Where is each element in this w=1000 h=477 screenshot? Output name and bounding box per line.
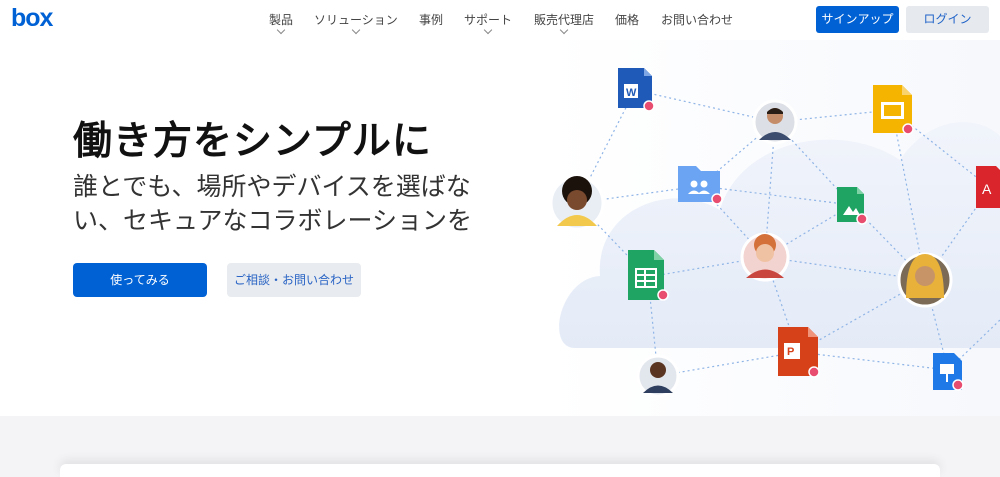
site-header: box 製品 ソリューション 事例 サポート 販売代理店 価格 お問い合わせ サ… xyxy=(0,0,1000,40)
try-it-button[interactable]: 使ってみる xyxy=(73,263,207,297)
avatar xyxy=(740,232,790,282)
nav-pricing[interactable]: 価格 xyxy=(615,11,639,28)
word-doc-icon: W xyxy=(618,68,655,112)
shared-folder-icon xyxy=(678,166,723,205)
nav-case-studies-label: 事例 xyxy=(419,13,444,27)
nav-contact[interactable]: お問い合わせ xyxy=(661,11,733,28)
avatar xyxy=(897,252,953,308)
nav-solutions[interactable]: ソリューション xyxy=(314,11,398,35)
image-file-icon xyxy=(837,187,868,225)
hero-subtitle-line-2: い、セキュアなコラボレーションを xyxy=(73,206,473,235)
next-section-card xyxy=(60,464,940,477)
avatar xyxy=(752,99,798,145)
nav-products[interactable]: 製品 xyxy=(269,11,293,35)
chevron-down-icon xyxy=(276,25,286,35)
hero-subtitle-line-1: 誰とでも、場所やデバイスを選ばな xyxy=(73,172,471,201)
nav-contact-label: お問い合わせ xyxy=(661,13,734,27)
chevron-down-icon xyxy=(351,25,361,35)
chevron-down-icon xyxy=(483,25,493,35)
nav-pricing-label: 価格 xyxy=(615,13,640,27)
svg-text:A: A xyxy=(982,181,992,197)
hero-subtitle: 誰とでも、場所やデバイスを選ばな い、セキュアなコラボレーションを xyxy=(73,170,472,238)
nav-support[interactable]: サポート xyxy=(464,11,512,35)
avatar xyxy=(549,175,605,231)
contact-sales-button[interactable]: ご相談・お問い合わせ xyxy=(227,263,361,297)
login-button[interactable]: ログイン xyxy=(906,6,989,33)
box-logo[interactable]: box xyxy=(11,4,53,33)
hero-section: 働き方をシンプルに 誰とでも、場所やデバイスを選ばな い、セキュアなコラボレーシ… xyxy=(0,40,1000,416)
nav-case-studies[interactable]: 事例 xyxy=(419,11,443,28)
hero-title: 働き方をシンプルに xyxy=(73,119,432,164)
slides-icon xyxy=(873,85,914,135)
pdf-icon: A xyxy=(976,166,1000,208)
keynote-icon xyxy=(933,353,964,391)
collaboration-illustration: W A P xyxy=(549,68,1000,398)
powerpoint-icon: P xyxy=(778,327,820,378)
svg-text:P: P xyxy=(787,346,794,358)
chevron-down-icon xyxy=(559,25,569,35)
signup-button[interactable]: サインアップ xyxy=(816,6,899,33)
svg-text:W: W xyxy=(626,87,637,99)
nav-resellers[interactable]: 販売代理店 xyxy=(534,11,594,35)
avatar xyxy=(636,354,680,398)
